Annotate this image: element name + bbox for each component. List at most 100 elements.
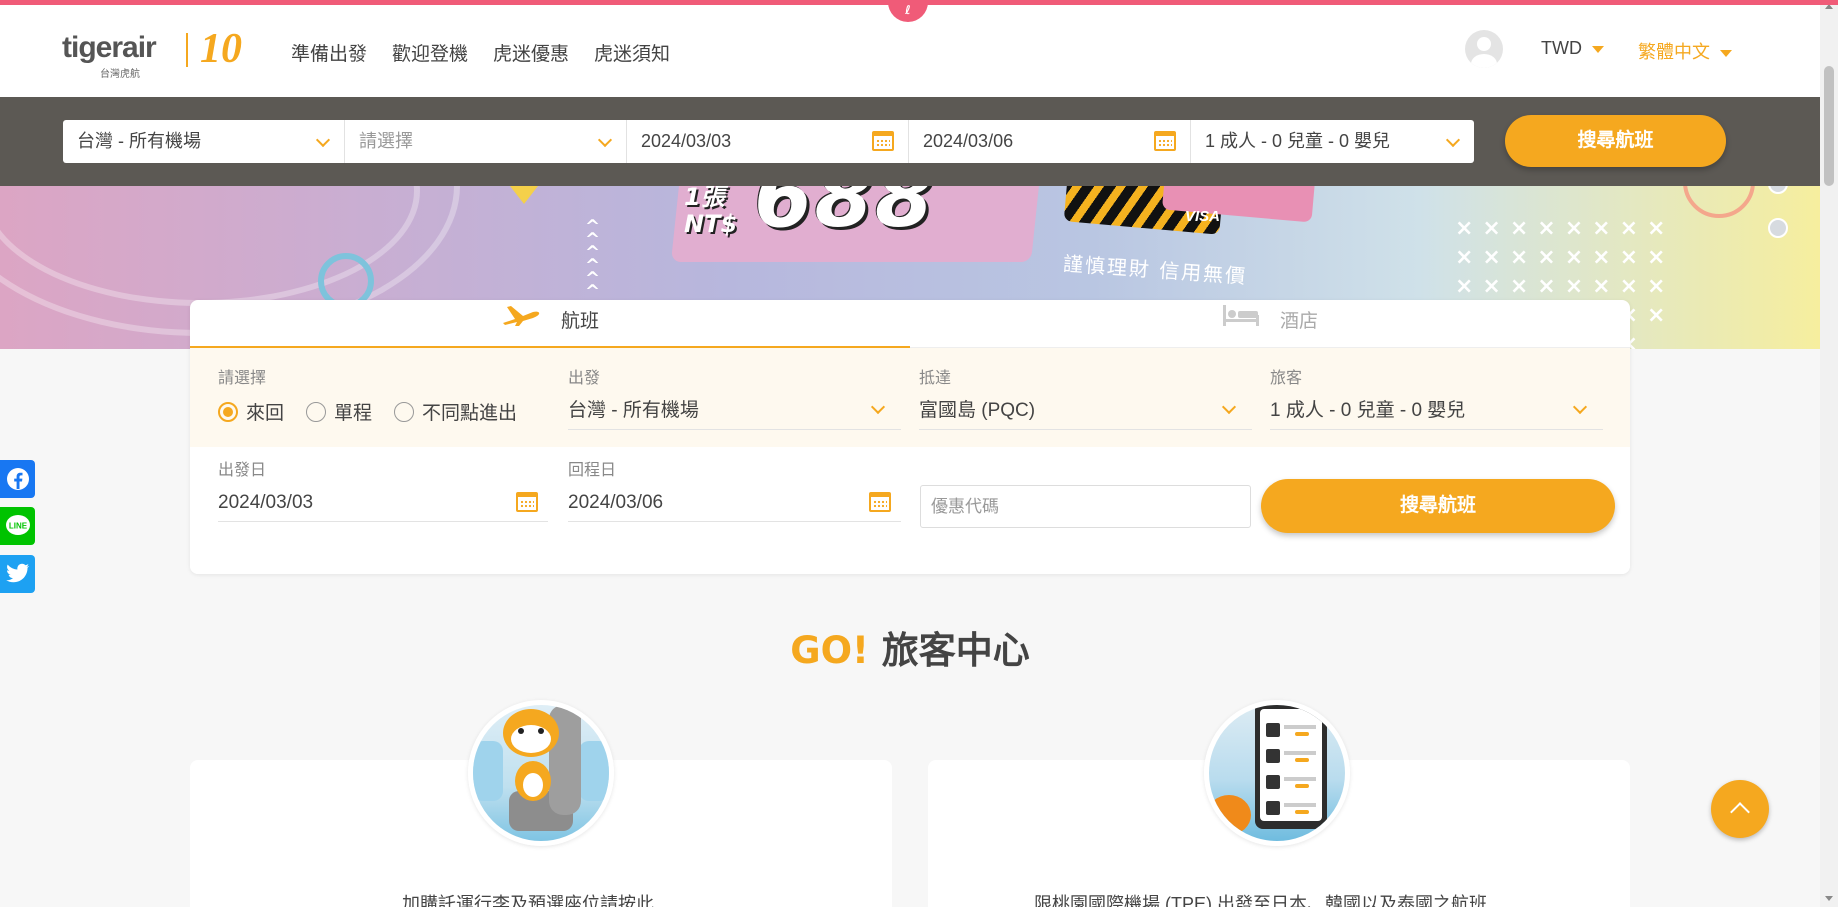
return-date-input[interactable]: 2024/03/06 [568,488,901,522]
search-flights-button[interactable]: 搜尋航班 [1505,115,1726,167]
destination-select[interactable]: 請選擇 [345,120,627,163]
nav-item-deals[interactable]: 虎迷優惠 [493,39,569,66]
language-selector[interactable]: 繁體中文 [1638,38,1732,64]
caret-down-icon [1591,45,1604,53]
sticky-search-bar: 台灣 - 所有機場 請選擇 2024/03/03 2024/03/06 1 成人… [0,97,1838,186]
user-avatar-icon[interactable] [1465,30,1503,68]
promo-price: 688 [754,186,936,246]
travel-card-baggage-text: 加購託運行李及預選座位請按此 [402,894,654,907]
line-share[interactable]: LINE [0,507,35,545]
mobile-checkin-image [1204,700,1350,846]
anniversary-logo: 10 [200,26,242,72]
scrollbar-thumb[interactable] [1824,66,1834,186]
tab-flights-label: 航班 [560,311,599,333]
banner-tagline: 謹慎理財 信用無價 [1062,251,1248,289]
radio-checked-icon [218,401,238,422]
carousel-dot[interactable] [1768,218,1788,238]
currency-selector[interactable]: TWD [1541,38,1604,59]
chevron-down-icon [597,132,613,148]
booking-tabs: 航班 酒店 [190,300,1630,348]
chevron-decoration: ^ ^ ^ ^ ^ ^ [585,216,601,302]
radio-round-trip[interactable]: 來回 [218,398,284,425]
chevron-down-icon [1221,399,1237,415]
twitter-icon [5,563,29,583]
tab-hotels-label: 酒店 [1279,311,1318,333]
search-flights-button[interactable]: 搜尋航班 [1261,479,1615,533]
visa-logo: VISA [1185,208,1221,225]
depart-date-input[interactable]: 2024/03/03 [218,488,548,522]
depart-select[interactable]: 台灣 - 所有機場 [568,396,901,430]
destination-placeholder: 請選擇 [359,131,413,151]
calendar-icon [869,492,891,512]
depart-date-field: 出發日 2024/03/03 [218,456,548,522]
tab-flights[interactable]: 航班 [190,300,910,348]
nav-item-notice[interactable]: 虎迷須知 [594,39,670,66]
booking-row-main: 請選擇 來回 單程 不同點進出 出發 台灣 - 所有機場 抵達 富國島 (PQC… [190,348,1630,447]
travel-center-title: GO! 旅客中心 [790,629,1030,672]
airplane-icon [501,300,541,344]
facebook-icon [6,468,29,490]
passenger-value: 1 成人 - 0 兒童 - 0 嬰兒 [1205,131,1391,151]
facebook-share[interactable] [0,460,35,498]
page-scrollbar[interactable] [1820,0,1838,907]
svg-text:LINE: LINE [8,522,27,531]
depart-date-field[interactable]: 2024/03/03 [627,120,909,163]
trip-type-label: 請選擇 [218,370,267,387]
arrive-label: 抵達 [919,370,952,387]
logo-subtitle: 台灣虎航 [100,69,140,80]
radio-icon [394,401,415,422]
scroll-to-top-button[interactable] [1711,780,1769,838]
tiger-mascot-image [468,700,614,846]
return-date-label: 回程日 [568,462,617,479]
chevron-down-icon [1445,132,1461,148]
depart-label: 出發 [568,370,601,387]
passenger-select[interactable]: 1 成人 - 0 兒童 - 0 嬰兒 [1191,120,1474,163]
nav-item-boarding[interactable]: 歡迎登機 [392,39,468,66]
scroll-down-arrow-icon[interactable] [1825,896,1833,901]
origin-select[interactable]: 台灣 - 所有機場 [63,120,345,163]
caret-down-icon [1720,49,1732,57]
search-fields: 台灣 - 所有機場 請選擇 2024/03/03 2024/03/06 1 成人… [63,120,1474,163]
radio-icon [306,401,327,422]
carousel-dot[interactable] [1768,186,1788,194]
passenger-field: 旅客 1 成人 - 0 兒童 - 0 嬰兒 [1270,364,1603,430]
chevron-down-icon [870,399,886,415]
twitter-share[interactable] [0,555,35,593]
radio-multi-city[interactable]: 不同點進出 [394,398,517,425]
logo-divider [186,33,188,67]
trip-type-field: 請選擇 來回 單程 不同點進出 [218,364,548,425]
tab-hotels[interactable]: 酒店 [910,300,1630,348]
booking-row-dates: 出發日 2024/03/03 回程日 2024/03/06 優惠代碼 搜尋航班 [190,447,1630,574]
travel-card-online-checkin-text: 限桃園國際機場 (TPE) 出發至日本、韓國以及泰國之航班 [1034,894,1487,907]
logo-brand: tigerair [62,31,157,64]
nav-item-prepare[interactable]: 準備出發 [291,39,367,66]
booking-widget: 航班 酒店 請選擇 來回 單程 不同點進出 出發 台灣 - 所有機場 抵達 富國… [190,300,1630,574]
language-label: 繁體中文 [1638,42,1710,62]
site-header: tigerair 台灣虎航 10 準備出發 歡迎登機 虎迷優惠 虎迷須知 TWD… [0,5,1838,97]
return-date-field[interactable]: 2024/03/06 [909,120,1191,163]
radio-one-way[interactable]: 單程 [306,398,372,425]
chevron-down-icon [1572,399,1588,415]
depart-date-label: 出發日 [218,462,267,479]
promo-small-text: 1張 NT$ [684,186,738,238]
logo[interactable]: tigerair 台灣虎航 10 [62,26,262,80]
origin-value: 台灣 - 所有機場 [77,131,201,151]
line-icon: LINE [5,515,30,535]
trip-type-radios: 來回 單程 不同點進出 [218,398,548,425]
depart-field: 出發 台灣 - 所有機場 [568,364,901,430]
calendar-icon [872,131,894,151]
depart-date-value: 2024/03/03 [641,131,732,151]
return-date-field: 回程日 2024/03/06 [568,456,901,522]
arrive-field: 抵達 富國島 (PQC) [919,364,1252,430]
calendar-icon [516,492,538,512]
currency-label: TWD [1541,38,1582,58]
passenger-label: 旅客 [1270,370,1303,387]
arrive-select[interactable]: 富國島 (PQC) [919,396,1252,430]
main-nav: 準備出發 歡迎登機 虎迷優惠 虎迷須知 [291,39,670,66]
passenger-select[interactable]: 1 成人 - 0 兒童 - 0 嬰兒 [1270,396,1603,430]
promo-code-input[interactable]: 優惠代碼 [920,485,1251,528]
bed-icon [1222,300,1260,344]
return-date-value: 2024/03/06 [923,131,1014,151]
calendar-icon [1154,131,1176,151]
star-icon [510,186,538,204]
